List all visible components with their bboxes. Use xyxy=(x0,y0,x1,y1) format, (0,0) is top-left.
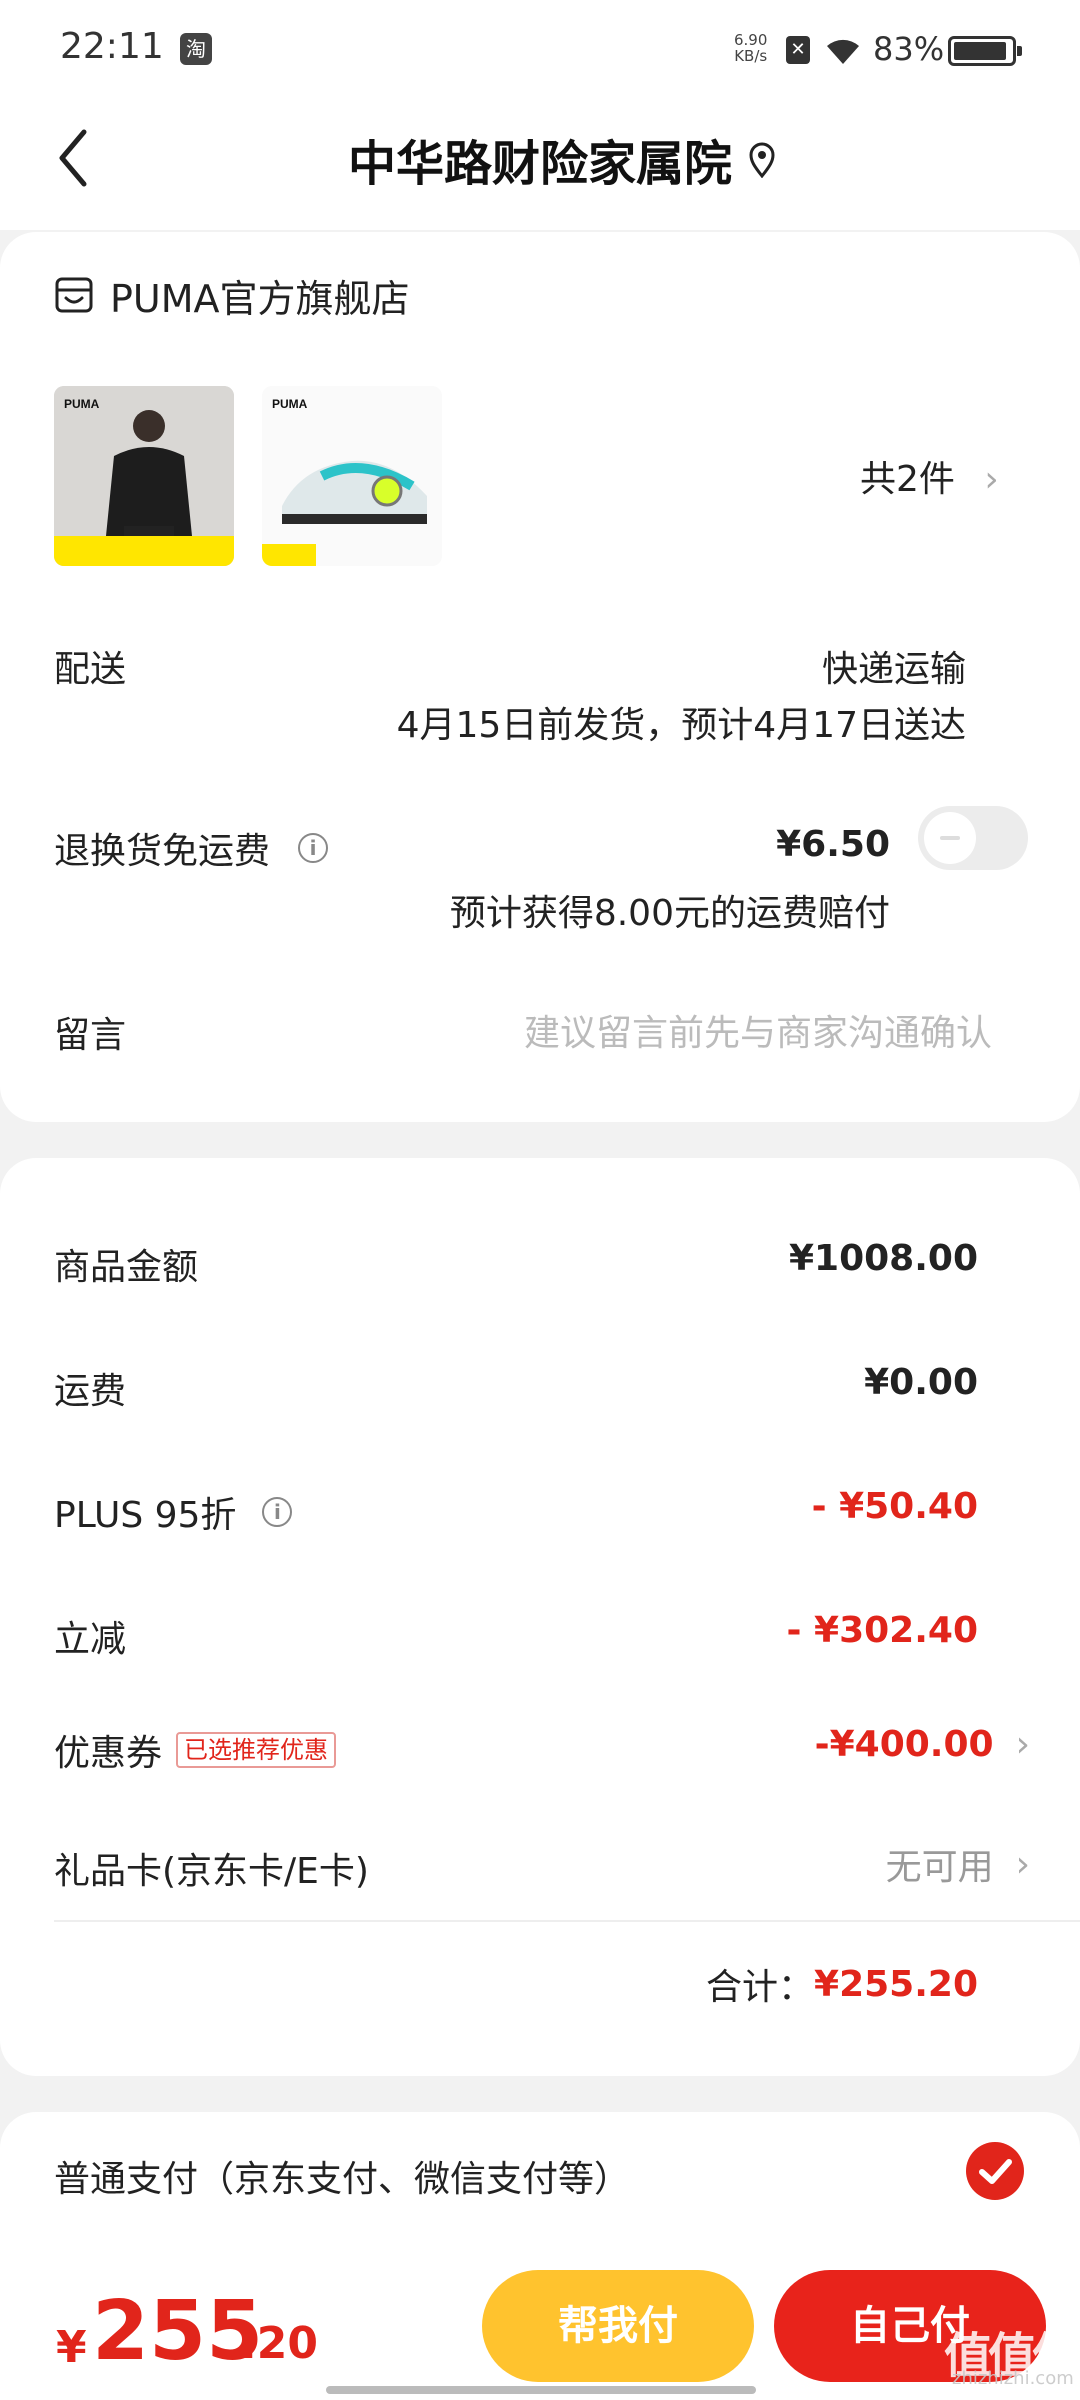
delivery-label: 配送 xyxy=(54,649,127,690)
instant-discount-value: - ¥302.40 xyxy=(786,1610,978,1651)
battery-icon xyxy=(948,36,1022,66)
status-time: 22:11 xyxy=(60,26,164,67)
location-pin-icon[interactable] xyxy=(748,142,776,178)
network-speed: 6.90 KB/s xyxy=(734,32,767,64)
delivery-method[interactable]: 快递运输 xyxy=(822,640,966,692)
goods-amount-value: ¥1008.00 xyxy=(788,1238,978,1279)
store-name[interactable]: PUMA官方旗舰店 xyxy=(110,268,410,323)
goods-amount-label: 商品金额 xyxy=(54,1247,199,1288)
coupon-selector[interactable]: -¥400.00 › xyxy=(815,1724,1030,1765)
chevron-right-icon: › xyxy=(1015,1843,1030,1885)
home-indicator[interactable] xyxy=(326,2386,756,2394)
chevron-right-icon: › xyxy=(1015,1724,1030,1765)
battery-percent: 83% xyxy=(873,30,945,68)
total-value: ¥255.20 xyxy=(814,1963,978,2005)
help-me-pay-button[interactable]: 帮我付 xyxy=(482,2270,754,2382)
payment-selected-check-icon[interactable] xyxy=(966,2142,1024,2200)
divider xyxy=(54,1920,1080,1922)
plus-discount-row: PLUS 95折 i xyxy=(54,1486,293,1538)
item-count[interactable]: 共2件 › xyxy=(860,450,999,502)
info-icon[interactable]: i xyxy=(262,1497,293,1527)
instant-discount-label: 立减 xyxy=(54,1619,127,1660)
return-shipping-note: 预计获得8.00元的运费赔付 xyxy=(449,893,890,934)
gift-card-selector[interactable]: 无可用 › xyxy=(886,1838,1030,1890)
coupon-value: -¥400.00 xyxy=(814,1724,994,1765)
return-shipping-toggle[interactable] xyxy=(918,806,1028,870)
svg-text:PUMA: PUMA xyxy=(272,397,308,411)
shipping-fee-label: 运费 xyxy=(54,1371,127,1412)
return-shipping-label: 退换货免运费 xyxy=(54,831,271,872)
coupon-row: 优惠券 已选推荐优惠 xyxy=(54,1724,337,1776)
shipping-fee-value: ¥0.00 xyxy=(864,1362,978,1403)
info-icon[interactable]: i xyxy=(298,833,329,863)
plus-discount-value: - ¥50.40 xyxy=(811,1486,978,1527)
coupon-label: 优惠券 xyxy=(54,1733,163,1774)
bottom-total-decimal: .20 xyxy=(240,2318,318,2369)
return-shipping-price: ¥6.50 xyxy=(776,824,890,865)
gift-card-value: 无可用 xyxy=(885,1847,994,1888)
total-label: 合计： xyxy=(706,1967,815,2008)
network-speed-value: 6.90 xyxy=(734,31,768,49)
sim-off-icon: ✕ xyxy=(786,36,810,64)
watermark-url: zhizhizhi.com xyxy=(952,2368,1074,2389)
delivery-eta: 4月15日前发货，预计4月17日送达 xyxy=(396,705,966,746)
item-count-label: 共2件 xyxy=(860,459,955,500)
svg-text:PUMA: PUMA xyxy=(64,397,100,411)
delivery-address-title[interactable]: 中华路财险家属院 xyxy=(0,124,1080,194)
message-label: 留言 xyxy=(54,1015,127,1056)
total-row: 合计： ¥255.20 xyxy=(706,1958,978,2010)
bottom-currency: ¥ xyxy=(56,2322,87,2373)
taobao-notification-icon: 淘 xyxy=(180,33,212,65)
coupon-recommended-badge: 已选推荐优惠 xyxy=(176,1732,337,1768)
network-speed-unit: KB/s xyxy=(734,47,768,65)
payment-method-label[interactable]: 普通支付（京东支付、微信支付等） xyxy=(54,2150,630,2202)
message-input[interactable]: 建议留言前先与商家沟通确认 xyxy=(524,1004,992,1056)
wifi-icon xyxy=(827,39,859,64)
product-image-sneaker[interactable]: PUMA xyxy=(262,386,442,566)
plus-discount-label: PLUS 95折 xyxy=(54,1495,237,1536)
chevron-right-icon: › xyxy=(984,459,999,500)
store-icon xyxy=(55,277,93,313)
return-shipping-row: 退换货免运费 i xyxy=(54,822,329,874)
product-image-hoodie[interactable]: PUMA xyxy=(54,386,234,566)
bottom-total-integer: 255 xyxy=(92,2284,264,2379)
gift-card-label: 礼品卡(京东卡/E卡) xyxy=(54,1851,369,1892)
